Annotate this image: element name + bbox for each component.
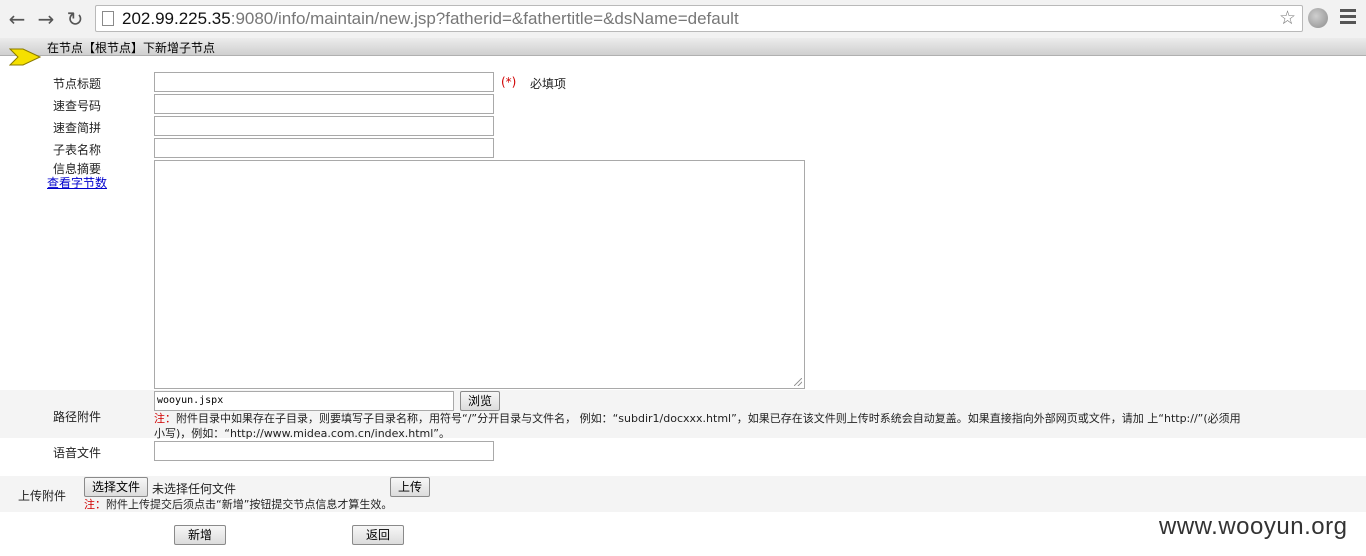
header-bar: 在节点【根节点】下新增子节点 [0,38,1366,56]
page-title: 在节点【根节点】下新增子节点 [47,41,216,55]
browse-button[interactable]: 浏览 [460,391,500,411]
path-note-line1: 附件目录中如果存在子目录，则要填写子目录名称，用符号“/”分开目录与文件名， 例… [176,412,1241,425]
voice-input[interactable] [154,441,494,461]
upload-note-text: 附件上传提交后须点击“新增”按钮提交节点信息才算生效。 [106,498,393,511]
upload-button[interactable]: 上传 [390,477,430,497]
watermark: www.wooyun.org [1159,513,1348,540]
quick-code-label: 速查号码 [53,99,102,113]
required-text: 必填项 [530,77,567,91]
required-mark: (*) [501,75,517,89]
forward-arrow-icon[interactable]: → [34,7,58,31]
upload-note-mark: 注： [84,498,106,511]
summary-textarea[interactable] [154,160,805,389]
menu-icon[interactable] [1340,9,1356,27]
path-note-line2: 小写)，例如：“http://www.midea.com.cn/index.ht… [154,427,450,440]
resize-grip-icon[interactable] [794,378,802,386]
back-button[interactable]: 返回 [352,525,404,545]
path-input[interactable]: wooyun.jspx [154,391,454,411]
subtable-input[interactable] [154,138,494,158]
path-label: 路径附件 [53,410,102,424]
voice-label: 语音文件 [53,446,102,460]
url-text[interactable]: 202.99.225.35:9080/info/maintain/new.jsp… [122,9,739,29]
no-file-text: 未选择任何文件 [152,482,237,496]
upload-note: 注：附件上传提交后须点击“新增”按钮提交节点信息才算生效。 [84,497,392,512]
choose-file-button[interactable]: 选择文件 [84,477,148,497]
bookmark-star-icon[interactable]: ☆ [1279,7,1296,29]
path-note-mark: 注： [154,412,176,425]
quick-code-input[interactable] [154,94,494,114]
page-icon [102,11,114,26]
upload-label: 上传附件 [18,489,67,503]
browser-toolbar: ← → ↻ 202.99.225.35:9080/info/maintain/n… [0,0,1366,39]
reload-icon[interactable]: ↻ [63,7,87,31]
title-label: 节点标题 [53,77,102,91]
quick-pinyin-label: 速查简拼 [53,121,102,135]
quick-pinyin-input[interactable] [154,116,494,136]
globe-icon[interactable] [1308,8,1328,28]
arrow-icon [9,48,41,66]
title-input[interactable] [154,72,494,92]
count-bytes-link[interactable]: 查看字节数 [47,174,107,191]
back-arrow-icon[interactable]: ← [5,7,29,31]
subtable-label: 子表名称 [53,143,102,157]
address-bar[interactable]: 202.99.225.35:9080/info/maintain/new.jsp… [95,5,1303,32]
path-note: 注：附件目录中如果存在子目录，则要填写子目录名称，用符号“/”分开目录与文件名，… [154,411,1359,441]
add-button[interactable]: 新增 [174,525,226,545]
